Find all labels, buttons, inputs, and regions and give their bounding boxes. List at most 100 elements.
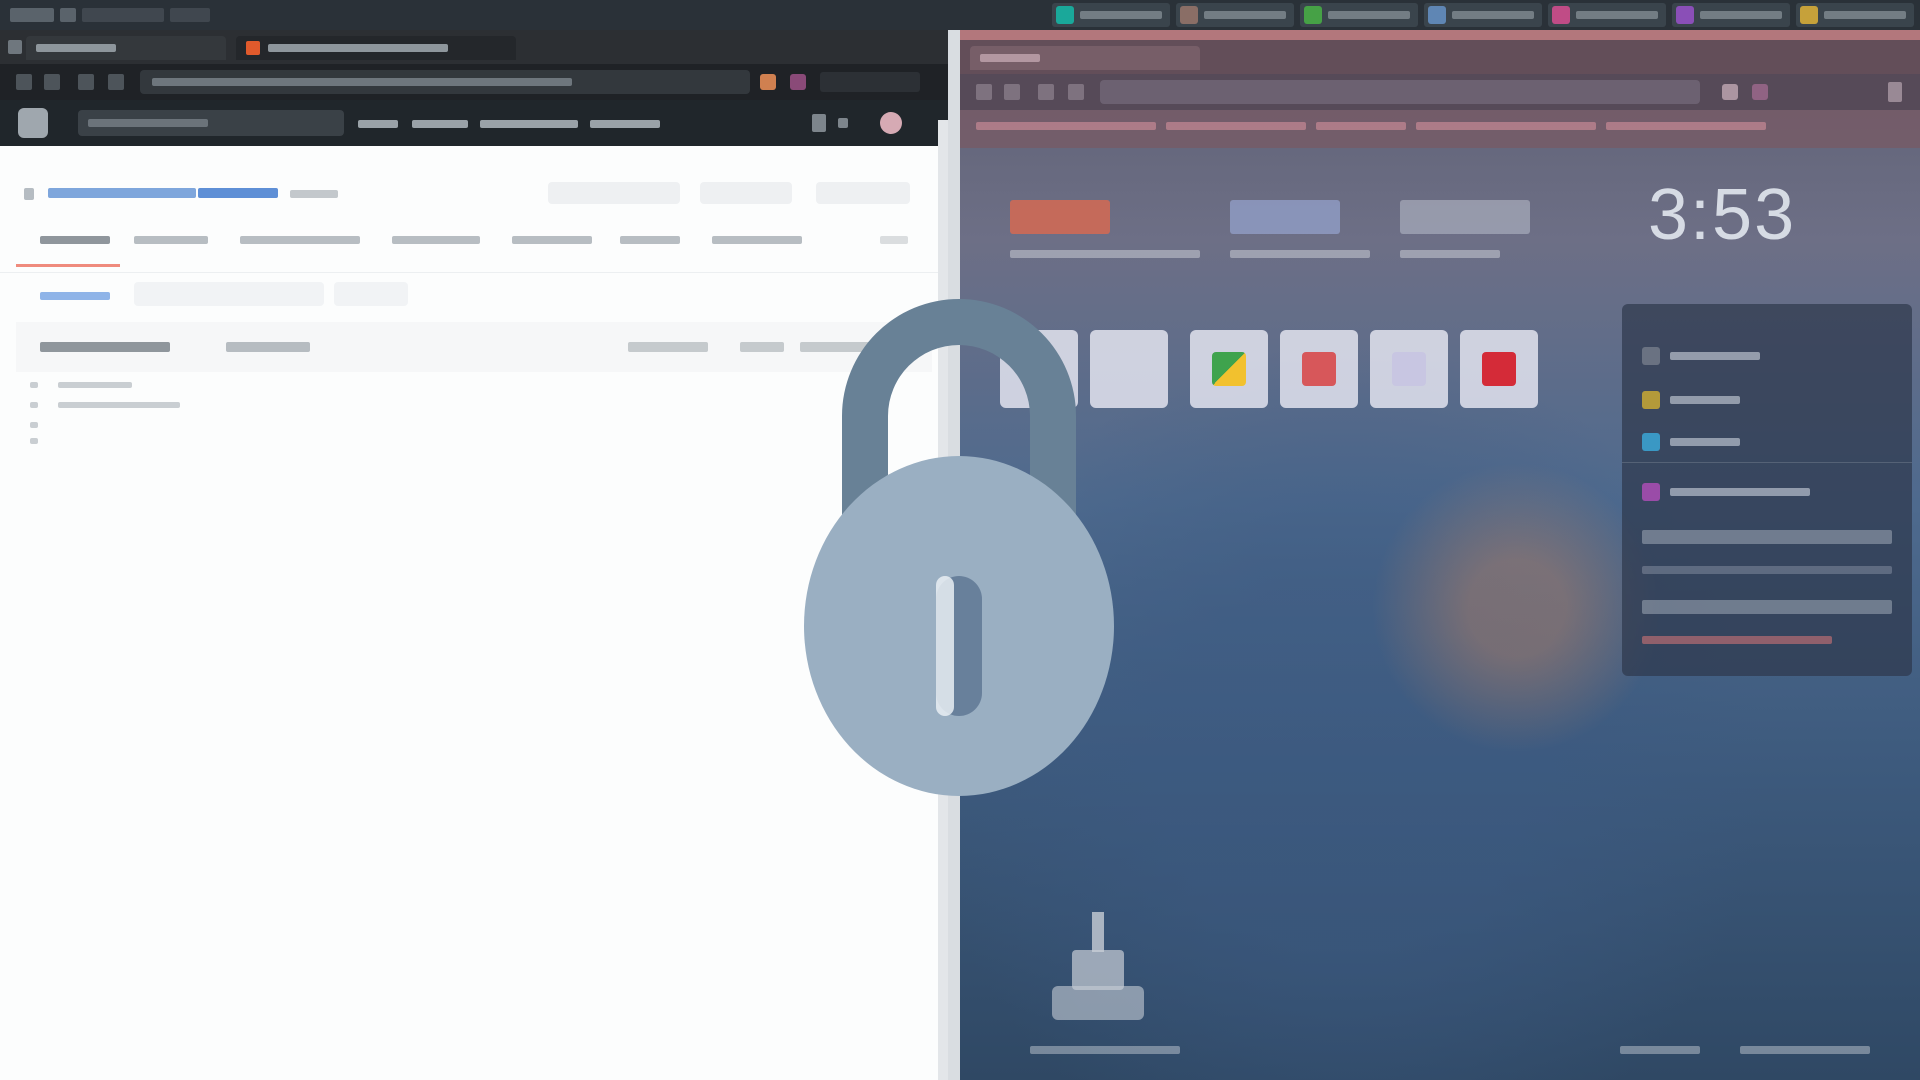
- list-tab-active[interactable]: [40, 342, 170, 352]
- forward-icon[interactable]: [44, 74, 60, 90]
- shortcut-tile[interactable]: [1190, 330, 1268, 408]
- tab-title: [36, 44, 116, 52]
- plus-icon[interactable]: [838, 118, 848, 128]
- forward-icon[interactable]: [1004, 84, 1020, 100]
- url-text: [152, 78, 572, 86]
- window-menu-icon[interactable]: [8, 40, 22, 54]
- breadcrumb-repo[interactable]: [198, 188, 278, 198]
- reload-icon[interactable]: [1038, 84, 1054, 100]
- site-favicon-icon: [246, 41, 260, 55]
- reload-icon[interactable]: [78, 74, 94, 90]
- shortcut-tile[interactable]: [1460, 330, 1538, 408]
- subnav-active[interactable]: [40, 292, 110, 300]
- browser-tab[interactable]: [970, 46, 1200, 70]
- bookmark-item[interactable]: [976, 122, 1156, 130]
- fork-button[interactable]: [816, 182, 910, 204]
- tab-title: [268, 44, 448, 52]
- panel-item-icon: [1642, 391, 1660, 409]
- padlock-icon: [804, 299, 1114, 796]
- tray-item[interactable]: [1548, 3, 1666, 27]
- stat-label-3: [1400, 250, 1500, 258]
- tray-item[interactable]: [1300, 3, 1418, 27]
- browser-tab[interactable]: [26, 36, 226, 60]
- panel-item-label: [1670, 438, 1740, 446]
- visibility-badge: [290, 190, 338, 198]
- tab-code[interactable]: [40, 236, 110, 244]
- emblem-caption: [1030, 1046, 1180, 1054]
- toolbar-area: [820, 72, 920, 92]
- window-accent-strip: [960, 30, 1920, 40]
- tab-issues[interactable]: [134, 236, 208, 244]
- tab-strip: [0, 30, 948, 64]
- app-logo[interactable]: [18, 108, 48, 138]
- panel-item[interactable]: [1642, 390, 1740, 410]
- tab-more[interactable]: [880, 236, 908, 244]
- indicator: [60, 8, 76, 22]
- app-icon: [1056, 6, 1074, 24]
- back-icon[interactable]: [976, 84, 992, 100]
- extension-icon[interactable]: [1722, 84, 1738, 100]
- home-icon[interactable]: [1068, 84, 1084, 100]
- panel-item-label: [1670, 396, 1740, 404]
- star-button[interactable]: [700, 182, 792, 204]
- menu-icon[interactable]: [1888, 82, 1902, 102]
- avatar[interactable]: [880, 112, 902, 134]
- panel-item-label: [1670, 352, 1760, 360]
- header-nav-link[interactable]: [412, 120, 468, 128]
- list-item[interactable]: [58, 402, 180, 408]
- browser-tab-active[interactable]: [236, 36, 516, 60]
- watch-button[interactable]: [548, 182, 680, 204]
- tray-item[interactable]: [1672, 3, 1790, 27]
- subnav-filter[interactable]: [134, 282, 324, 306]
- list-item[interactable]: [58, 382, 132, 388]
- tab-wiki[interactable]: [620, 236, 680, 244]
- url-field[interactable]: [140, 70, 750, 94]
- tab-projects[interactable]: [512, 236, 592, 244]
- shortcut-icon: [1482, 352, 1516, 386]
- url-field[interactable]: [1100, 80, 1700, 104]
- clock: 3:53: [1648, 175, 1797, 255]
- workspace-indicator[interactable]: [10, 8, 54, 22]
- tray-item-label: [1452, 11, 1534, 19]
- tab-divider: [0, 272, 948, 273]
- tab-actions[interactable]: [392, 236, 480, 244]
- back-icon[interactable]: [16, 74, 32, 90]
- panel-item[interactable]: [1642, 482, 1810, 502]
- tray-item-label: [1080, 11, 1162, 19]
- header-nav-link[interactable]: [590, 120, 660, 128]
- panel-link[interactable]: [1642, 636, 1832, 644]
- header-nav-link[interactable]: [358, 120, 398, 128]
- header-nav-link[interactable]: [480, 120, 578, 128]
- bookmark-item[interactable]: [1166, 122, 1306, 130]
- sort-dropdown[interactable]: [628, 342, 708, 352]
- bookmark-item[interactable]: [1316, 122, 1406, 130]
- tray-item[interactable]: [1052, 3, 1170, 27]
- indicator-text: [170, 8, 210, 22]
- panel-item[interactable]: [1642, 432, 1740, 452]
- bookmark-item[interactable]: [1606, 122, 1766, 130]
- search-input[interactable]: [78, 110, 344, 136]
- bookmark-item[interactable]: [1416, 122, 1596, 130]
- extension-icon[interactable]: [1752, 84, 1768, 100]
- extension-icon[interactable]: [760, 74, 776, 90]
- shortcut-tile[interactable]: [1370, 330, 1448, 408]
- tray-item[interactable]: [1176, 3, 1294, 27]
- panel-item[interactable]: [1642, 346, 1760, 366]
- extension-icon[interactable]: [790, 74, 806, 90]
- tab-security[interactable]: [712, 236, 802, 244]
- footer-link[interactable]: [1620, 1046, 1700, 1054]
- tray-item-label: [1328, 11, 1410, 19]
- stat-value-3: [1400, 200, 1530, 234]
- list-tab[interactable]: [226, 342, 310, 352]
- shortcut-tile[interactable]: [1280, 330, 1358, 408]
- tray-item[interactable]: [1424, 3, 1542, 27]
- filter-dropdown[interactable]: [740, 342, 784, 352]
- subnav-button[interactable]: [334, 282, 408, 306]
- footer-controls[interactable]: [1740, 1046, 1870, 1054]
- game-emblem: [1052, 912, 1144, 1020]
- breadcrumb-owner[interactable]: [48, 188, 196, 198]
- notification-icon[interactable]: [812, 114, 826, 132]
- home-icon[interactable]: [108, 74, 124, 90]
- tab-pull-requests[interactable]: [240, 236, 360, 244]
- tray-item[interactable]: [1796, 3, 1914, 27]
